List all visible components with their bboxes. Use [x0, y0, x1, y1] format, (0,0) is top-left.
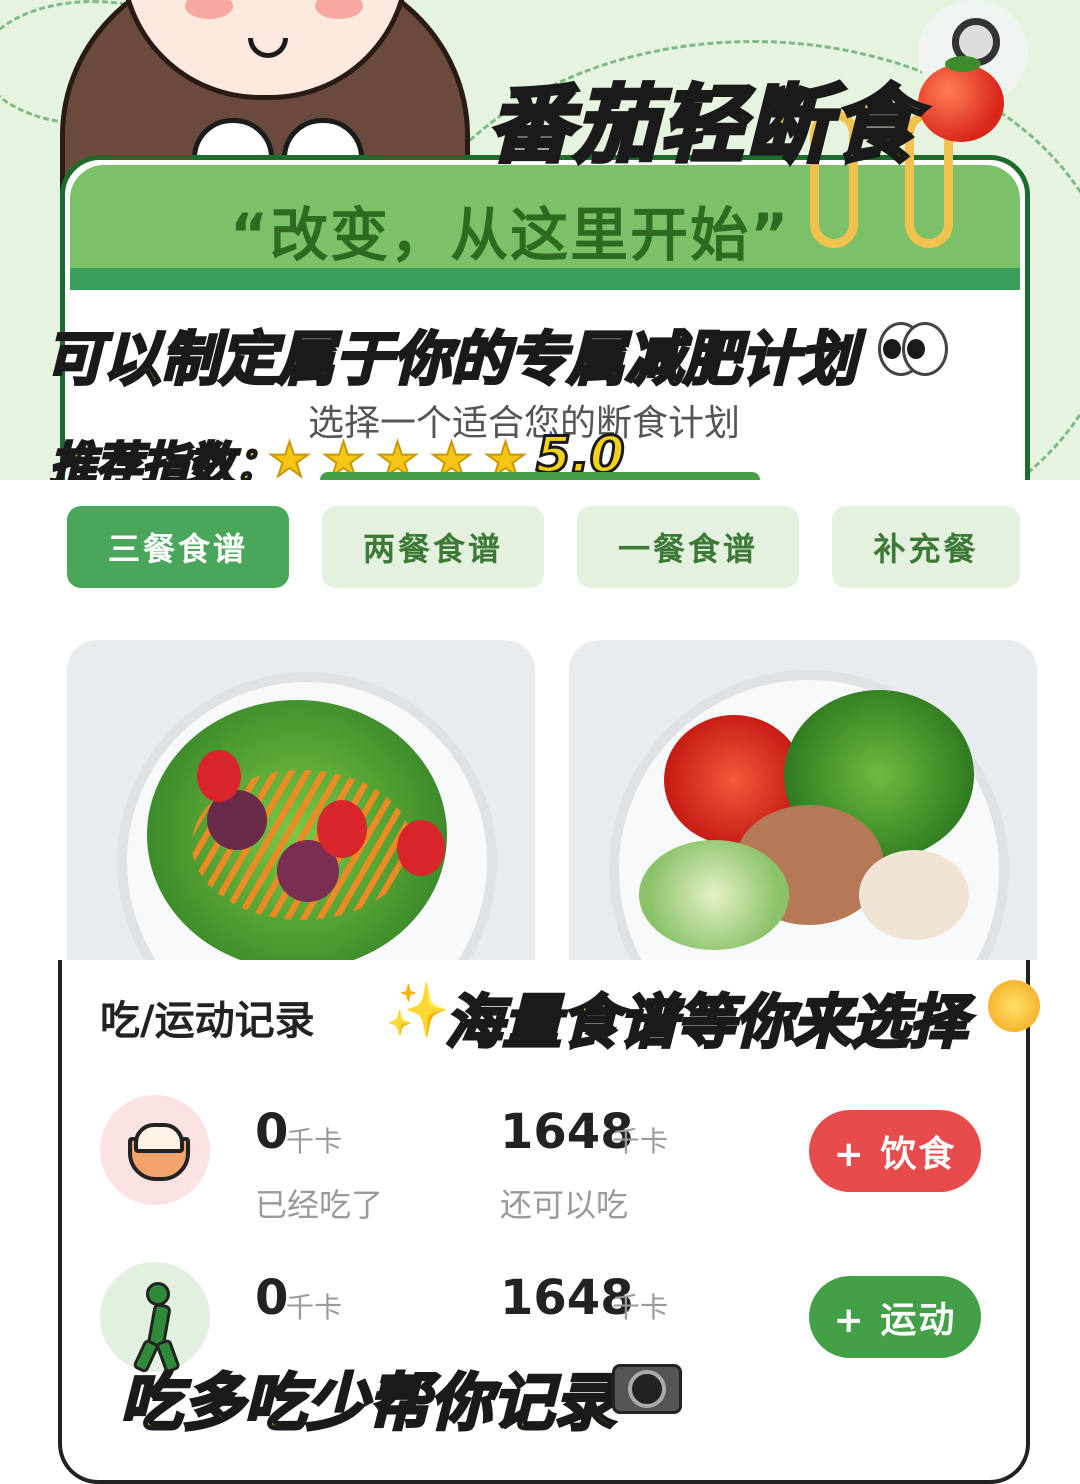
plan-caption: 可以制定属于你的专属减肥计划	[43, 324, 858, 395]
tab-one-meal[interactable]: 一餐食谱	[577, 506, 799, 588]
recipes-caption: 海量食谱等你来选择	[443, 987, 968, 1058]
strawberry	[397, 820, 445, 876]
slogan-text: “改变，从这里开始”	[230, 201, 791, 269]
recipe-photo-chicken[interactable]	[569, 640, 1037, 960]
camera-lens	[628, 1370, 666, 1408]
tab-three-meals[interactable]: 三餐食谱	[67, 506, 289, 588]
recipe-photo-salad[interactable]	[67, 640, 535, 960]
basal-calories-unit: 千卡	[612, 1291, 669, 1324]
chicken-breast	[859, 850, 969, 940]
add-exercise-button[interactable]: + 运动	[809, 1276, 981, 1358]
eaten-calories-label: 已经吃了	[255, 1186, 384, 1224]
bottom-caption: 吃多吃少帮你记录	[118, 1365, 617, 1441]
rating-label: 推荐指数：	[49, 436, 282, 481]
tomato-icon	[918, 64, 1004, 142]
tomato-leaf	[945, 56, 981, 72]
eaten-calories-unit: 千卡	[286, 1125, 343, 1158]
comet-icon	[988, 980, 1040, 1032]
tab-two-meals[interactable]: 两餐食谱	[322, 506, 544, 588]
add-food-button[interactable]: + 饮食	[809, 1110, 981, 1192]
burned-calories-value: 0	[255, 1270, 289, 1326]
brand-title: 番茄轻断食	[486, 74, 919, 176]
remaining-calories-label: 还可以吃	[500, 1186, 629, 1224]
remaining-calories-unit: 千卡	[612, 1125, 669, 1158]
strawberry	[197, 750, 241, 802]
record-title: 吃/运动记录	[100, 998, 315, 1044]
tab-supplement-meal[interactable]: 补充餐	[832, 506, 1020, 588]
strawberry	[317, 800, 367, 858]
burned-calories-unit: 千卡	[286, 1291, 343, 1324]
hero-banner: “改变，从这里开始” 番茄轻断食 可以制定属于你的专属减肥计划 选择一个适合您的…	[0, 0, 1080, 480]
star-icon: ★	[267, 431, 312, 480]
cucumber-slices	[639, 840, 789, 950]
plan-button-edge	[320, 472, 760, 480]
sparkle-icon: ✨	[385, 981, 450, 1041]
food-bowl-icon	[100, 1095, 210, 1205]
eaten-calories-value: 0	[255, 1104, 289, 1160]
eyes-icon	[902, 322, 948, 376]
